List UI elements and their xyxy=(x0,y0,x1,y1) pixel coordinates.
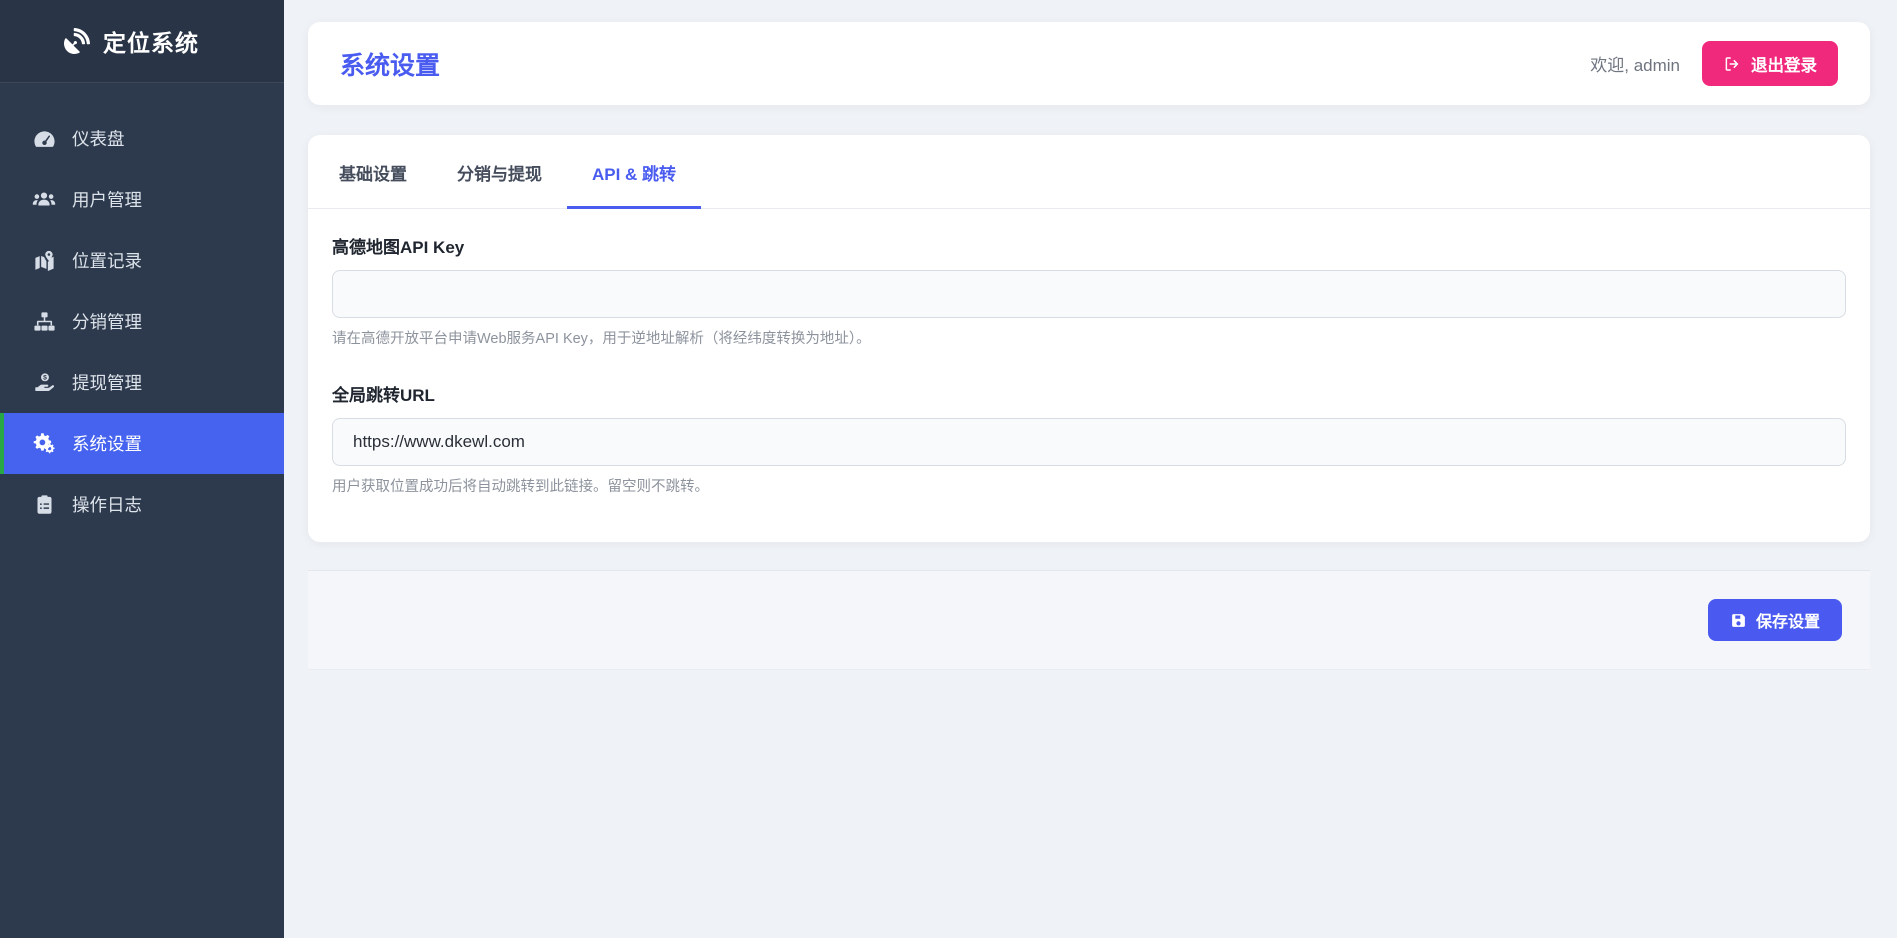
sidebar-item-label: 提现管理 xyxy=(72,373,142,393)
amap-key-help: 请在高德开放平台申请Web服务API Key，用于逆地址解析（将经纬度转换为地址… xyxy=(332,331,871,347)
save-settings-button[interactable]: 保存设置 xyxy=(1707,599,1842,641)
sidebar-item-label: 系统设置 xyxy=(72,434,142,454)
sidebar-item-dashboard[interactable]: 仪表盘 xyxy=(0,108,284,169)
gauge-icon xyxy=(30,127,58,150)
form-actions-footer: 保存设置 xyxy=(308,570,1870,670)
sidebar: 定位系统 仪表盘 用户管理 位置记录 分销管理 $ 提现管理 系统设置 操作日志 xyxy=(0,0,284,938)
app-logo: 定位系统 xyxy=(0,0,284,83)
sidebar-item-label: 位置记录 xyxy=(72,251,142,271)
redirect-url-label: 全局跳转URL xyxy=(332,386,435,405)
tab-basic-settings[interactable]: 基础设置 xyxy=(314,135,432,209)
main-content: 系统设置 欢迎, admin 退出登录 基础设置 分销与提现 API & 跳转 xyxy=(284,0,1897,938)
tab-row: 基础设置 分销与提现 API & 跳转 xyxy=(308,135,1870,209)
tab-api-redirect[interactable]: API & 跳转 xyxy=(567,135,702,209)
sitemap-icon xyxy=(30,310,58,333)
hand-dollar-icon: $ xyxy=(30,371,58,394)
sidebar-item-users[interactable]: 用户管理 xyxy=(0,169,284,230)
redirect-url-help: 用户获取位置成功后将自动跳转到此链接。留空则不跳转。 xyxy=(332,479,709,495)
sidebar-item-locations[interactable]: 位置记录 xyxy=(0,230,284,291)
sidebar-item-withdrawals[interactable]: $ 提现管理 xyxy=(0,352,284,413)
svg-text:$: $ xyxy=(43,375,47,382)
sidebar-nav: 仪表盘 用户管理 位置记录 分销管理 $ 提现管理 系统设置 操作日志 xyxy=(0,83,284,535)
header-right: 欢迎, admin 退出登录 xyxy=(1590,41,1838,86)
sidebar-item-label: 仪表盘 xyxy=(72,129,125,149)
save-button-label: 保存设置 xyxy=(1755,614,1820,631)
app-title: 定位系统 xyxy=(103,30,199,56)
app-root: 定位系统 仪表盘 用户管理 位置记录 分销管理 $ 提现管理 系统设置 操作日志… xyxy=(0,0,1897,938)
logout-button[interactable]: 退出登录 xyxy=(1702,41,1838,86)
tab-panel-api-redirect: 高德地图API Key 请在高德开放平台申请Web服务API Key，用于逆地址… xyxy=(308,209,1870,542)
amap-key-input[interactable] xyxy=(332,270,1846,318)
sidebar-item-logs[interactable]: 操作日志 xyxy=(0,474,284,535)
gears-icon xyxy=(30,432,58,456)
settings-card: 基础设置 分销与提现 API & 跳转 高德地图API Key 请在高德开放平台… xyxy=(308,135,1870,542)
sign-out-icon xyxy=(1723,55,1741,73)
sidebar-item-label: 操作日志 xyxy=(72,495,142,515)
sidebar-item-label: 分销管理 xyxy=(72,312,142,332)
satellite-dish-icon xyxy=(64,28,90,54)
logout-button-label: 退出登录 xyxy=(1751,56,1817,75)
clipboard-list-icon xyxy=(30,494,58,515)
redirect-url-input[interactable] xyxy=(332,418,1846,466)
sidebar-item-settings[interactable]: 系统设置 xyxy=(0,413,284,474)
amap-key-label: 高德地图API Key xyxy=(332,238,465,257)
welcome-text: 欢迎, admin xyxy=(1590,56,1680,75)
sidebar-item-label: 用户管理 xyxy=(72,190,142,210)
users-icon xyxy=(30,188,58,212)
tab-distribution-withdrawal[interactable]: 分销与提现 xyxy=(432,135,567,209)
map-marked-icon xyxy=(30,249,58,272)
page-title: 系统设置 xyxy=(340,51,441,80)
form-group-amap-key: 高德地图API Key 请在高德开放平台申请Web服务API Key，用于逆地址… xyxy=(332,233,1846,348)
save-icon xyxy=(1730,612,1747,629)
form-group-redirect-url: 全局跳转URL 用户获取位置成功后将自动跳转到此链接。留空则不跳转。 xyxy=(332,381,1846,496)
sidebar-item-distribution[interactable]: 分销管理 xyxy=(0,291,284,352)
page-header: 系统设置 欢迎, admin 退出登录 xyxy=(308,22,1870,105)
